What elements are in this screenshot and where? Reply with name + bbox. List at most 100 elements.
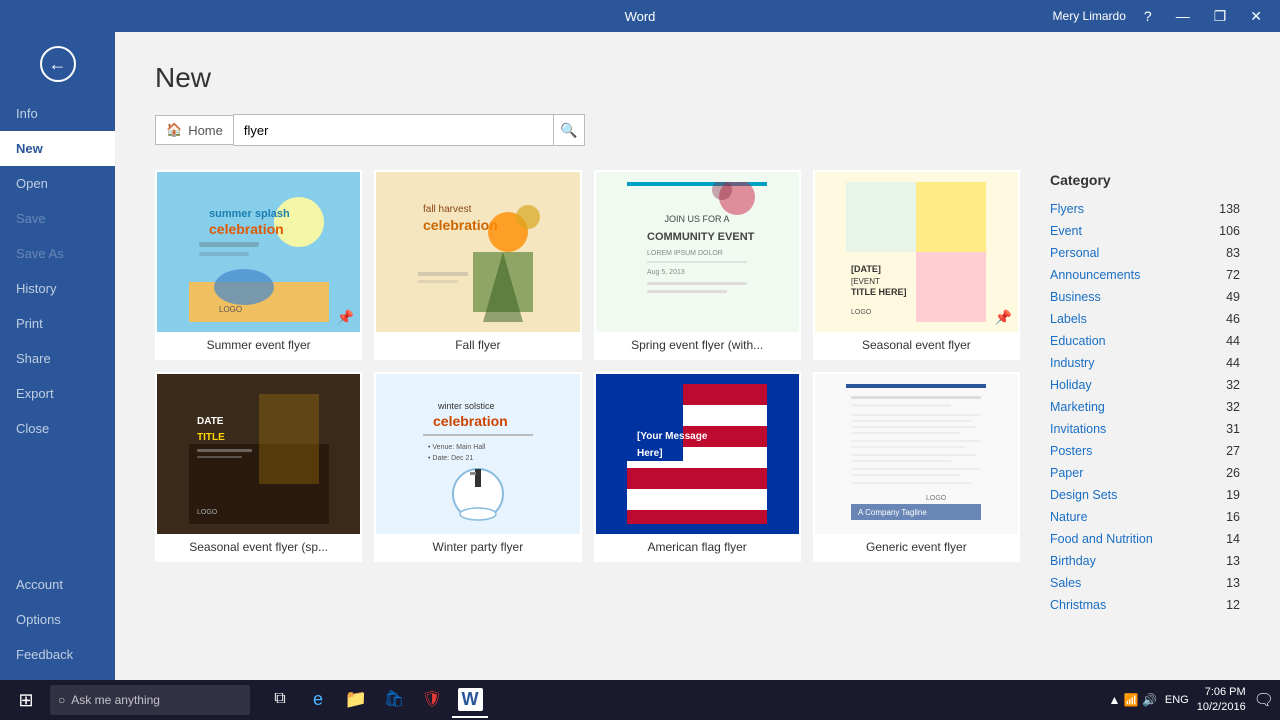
security-icon: 🛡: [422, 689, 442, 709]
top-bar-right: Mery Limardo ? — ❐ ✕: [1053, 8, 1268, 25]
category-count: 13: [1226, 576, 1240, 590]
category-item-personal[interactable]: Personal83: [1050, 242, 1240, 264]
category-label: Design Sets: [1050, 488, 1117, 502]
category-label: Announcements: [1050, 268, 1140, 282]
category-item-birthday[interactable]: Birthday 13: [1050, 550, 1240, 572]
category-item-nature[interactable]: Nature 16: [1050, 506, 1240, 528]
svg-text:JOIN US FOR A: JOIN US FOR A: [665, 214, 730, 224]
explorer-icon: 📁: [345, 689, 367, 710]
back-circle-icon: ←: [40, 46, 76, 82]
taskbar-word[interactable]: W: [452, 682, 488, 718]
taskbar-security[interactable]: 🛡: [414, 682, 450, 718]
notification-icon[interactable]: 🗨: [1254, 690, 1274, 710]
category-label: Posters: [1050, 444, 1092, 458]
taskbar-apps: ⧉ e 📁 🛍 🛡 W: [262, 682, 488, 718]
home-icon: 🏠: [166, 122, 182, 138]
minimize-button[interactable]: —: [1170, 8, 1196, 24]
language-indicator: ENG: [1165, 694, 1189, 706]
search-bar: 🏠 Home 🔍: [155, 114, 1240, 146]
svg-text:COMMUNITY EVENT: COMMUNITY EVENT: [647, 231, 755, 243]
template-card-generic[interactable]: LOGO A Company Tagline Generic event fly…: [813, 372, 1020, 562]
sidebar-item-print[interactable]: Print: [0, 306, 115, 341]
svg-text:winter solstice: winter solstice: [437, 401, 495, 411]
svg-text:Here]: Here]: [637, 448, 663, 459]
template-card-fall[interactable]: fall harvest celebration Fall flyer: [374, 170, 581, 360]
sidebar-item-open[interactable]: Open: [0, 166, 115, 201]
home-link[interactable]: 🏠 Home: [155, 115, 233, 145]
taskbar-search[interactable]: ○ Ask me anything: [50, 685, 250, 715]
store-icon: 🛍: [384, 689, 404, 709]
close-button[interactable]: ✕: [1244, 8, 1268, 25]
category-count: 13: [1226, 554, 1240, 568]
sidebar-item-history[interactable]: History: [0, 271, 115, 306]
category-item-business[interactable]: Business49: [1050, 286, 1240, 308]
category-item-design-sets[interactable]: Design Sets19: [1050, 484, 1240, 506]
pin-icon[interactable]: 📌: [995, 309, 1012, 326]
category-item-christmas[interactable]: Christmas12: [1050, 594, 1240, 616]
category-item-education[interactable]: Education44: [1050, 330, 1240, 352]
category-count: 32: [1226, 400, 1240, 414]
search-icon: 🔍: [560, 122, 577, 139]
template-label-fall: Fall flyer: [376, 332, 579, 358]
svg-text:LOGO: LOGO: [851, 309, 872, 316]
sidebar-item-new[interactable]: New: [0, 131, 115, 166]
category-label: Nature: [1050, 510, 1088, 524]
sidebar-item-options[interactable]: Options: [0, 602, 115, 637]
taskbar-edge[interactable]: e: [300, 682, 336, 718]
category-item-invitations[interactable]: Invitations31: [1050, 418, 1240, 440]
category-label: Birthday: [1050, 554, 1096, 568]
category-item-flyers[interactable]: Flyers138: [1050, 198, 1240, 220]
category-label: Business: [1050, 290, 1101, 304]
search-button[interactable]: 🔍: [553, 114, 585, 146]
template-card-winter[interactable]: winter solstice celebration • Venue: Mai…: [374, 372, 581, 562]
template-label-spring: Spring event flyer (with...: [596, 332, 799, 358]
template-thumb-flag: [Your Message Here]: [596, 374, 799, 534]
category-item-labels[interactable]: Labels46: [1050, 308, 1240, 330]
help-button[interactable]: ?: [1138, 8, 1158, 24]
sidebar-item-save-as: Save As: [0, 236, 115, 271]
taskbar-store[interactable]: 🛍: [376, 682, 412, 718]
sidebar-item-info[interactable]: Info: [0, 96, 115, 131]
svg-text:LOGO: LOGO: [926, 495, 947, 502]
start-button[interactable]: ⊞: [6, 682, 46, 718]
template-card-spring[interactable]: JOIN US FOR A COMMUNITY EVENT LOREM IPSU…: [594, 170, 801, 360]
category-item-industry[interactable]: Industry44: [1050, 352, 1240, 374]
taskbar-taskview[interactable]: ⧉: [262, 682, 298, 718]
category-item-marketing[interactable]: Marketing32: [1050, 396, 1240, 418]
restore-button[interactable]: ❐: [1208, 8, 1233, 25]
sidebar-item-feedback[interactable]: Feedback: [0, 637, 115, 672]
sidebar-item-close[interactable]: Close: [0, 411, 115, 446]
pin-icon[interactable]: 📌: [337, 309, 354, 326]
category-count: 26: [1226, 466, 1240, 480]
category-item-food-and-nutrition[interactable]: Food and Nutrition14: [1050, 528, 1240, 550]
template-card-flag[interactable]: [Your Message Here] American flag flyer: [594, 372, 801, 562]
category-item-announcements[interactable]: Announcements 72: [1050, 264, 1240, 286]
search-input[interactable]: [233, 114, 553, 146]
category-item-sales[interactable]: Sales13: [1050, 572, 1240, 594]
template-label-summer: Summer event flyer: [157, 332, 360, 358]
sidebar-item-account[interactable]: Account: [0, 567, 115, 602]
template-card-seasonal[interactable]: [DATE] [EVENT TITLE HERE] LOGO 📌Seasonal…: [813, 170, 1020, 360]
category-count: 16: [1226, 510, 1240, 524]
template-card-seasonal2[interactable]: DATE TITLE LOGO Seasonal event flyer (sp…: [155, 372, 362, 562]
category-item-posters[interactable]: Posters27: [1050, 440, 1240, 462]
category-item-paper[interactable]: Paper26: [1050, 462, 1240, 484]
category-count: 14: [1226, 532, 1240, 546]
category-count: 72: [1226, 268, 1240, 282]
category-item-holiday[interactable]: Holiday32: [1050, 374, 1240, 396]
sidebar-item-share[interactable]: Share: [0, 341, 115, 376]
home-label: Home: [188, 123, 223, 138]
back-button[interactable]: ←: [0, 32, 115, 96]
cortana-icon: ○: [58, 693, 65, 707]
svg-text:Aug 5, 2013: Aug 5, 2013: [647, 269, 685, 276]
sidebar-item-save: Save: [0, 201, 115, 236]
category-item-event[interactable]: Event106: [1050, 220, 1240, 242]
taskbar-explorer[interactable]: 📁: [338, 682, 374, 718]
sidebar-item-export[interactable]: Export: [0, 376, 115, 411]
clock-date: 10/2/2016: [1197, 700, 1246, 715]
main-layout: ← InfoNewOpenSaveSave AsHistoryPrintShar…: [0, 32, 1280, 680]
svg-text:[EVENT: [EVENT: [851, 277, 880, 286]
category-label: Industry: [1050, 356, 1094, 370]
template-card-summer[interactable]: summer splash celebration LOGO 📌Summer e…: [155, 170, 362, 360]
app-name: Word: [625, 9, 656, 24]
